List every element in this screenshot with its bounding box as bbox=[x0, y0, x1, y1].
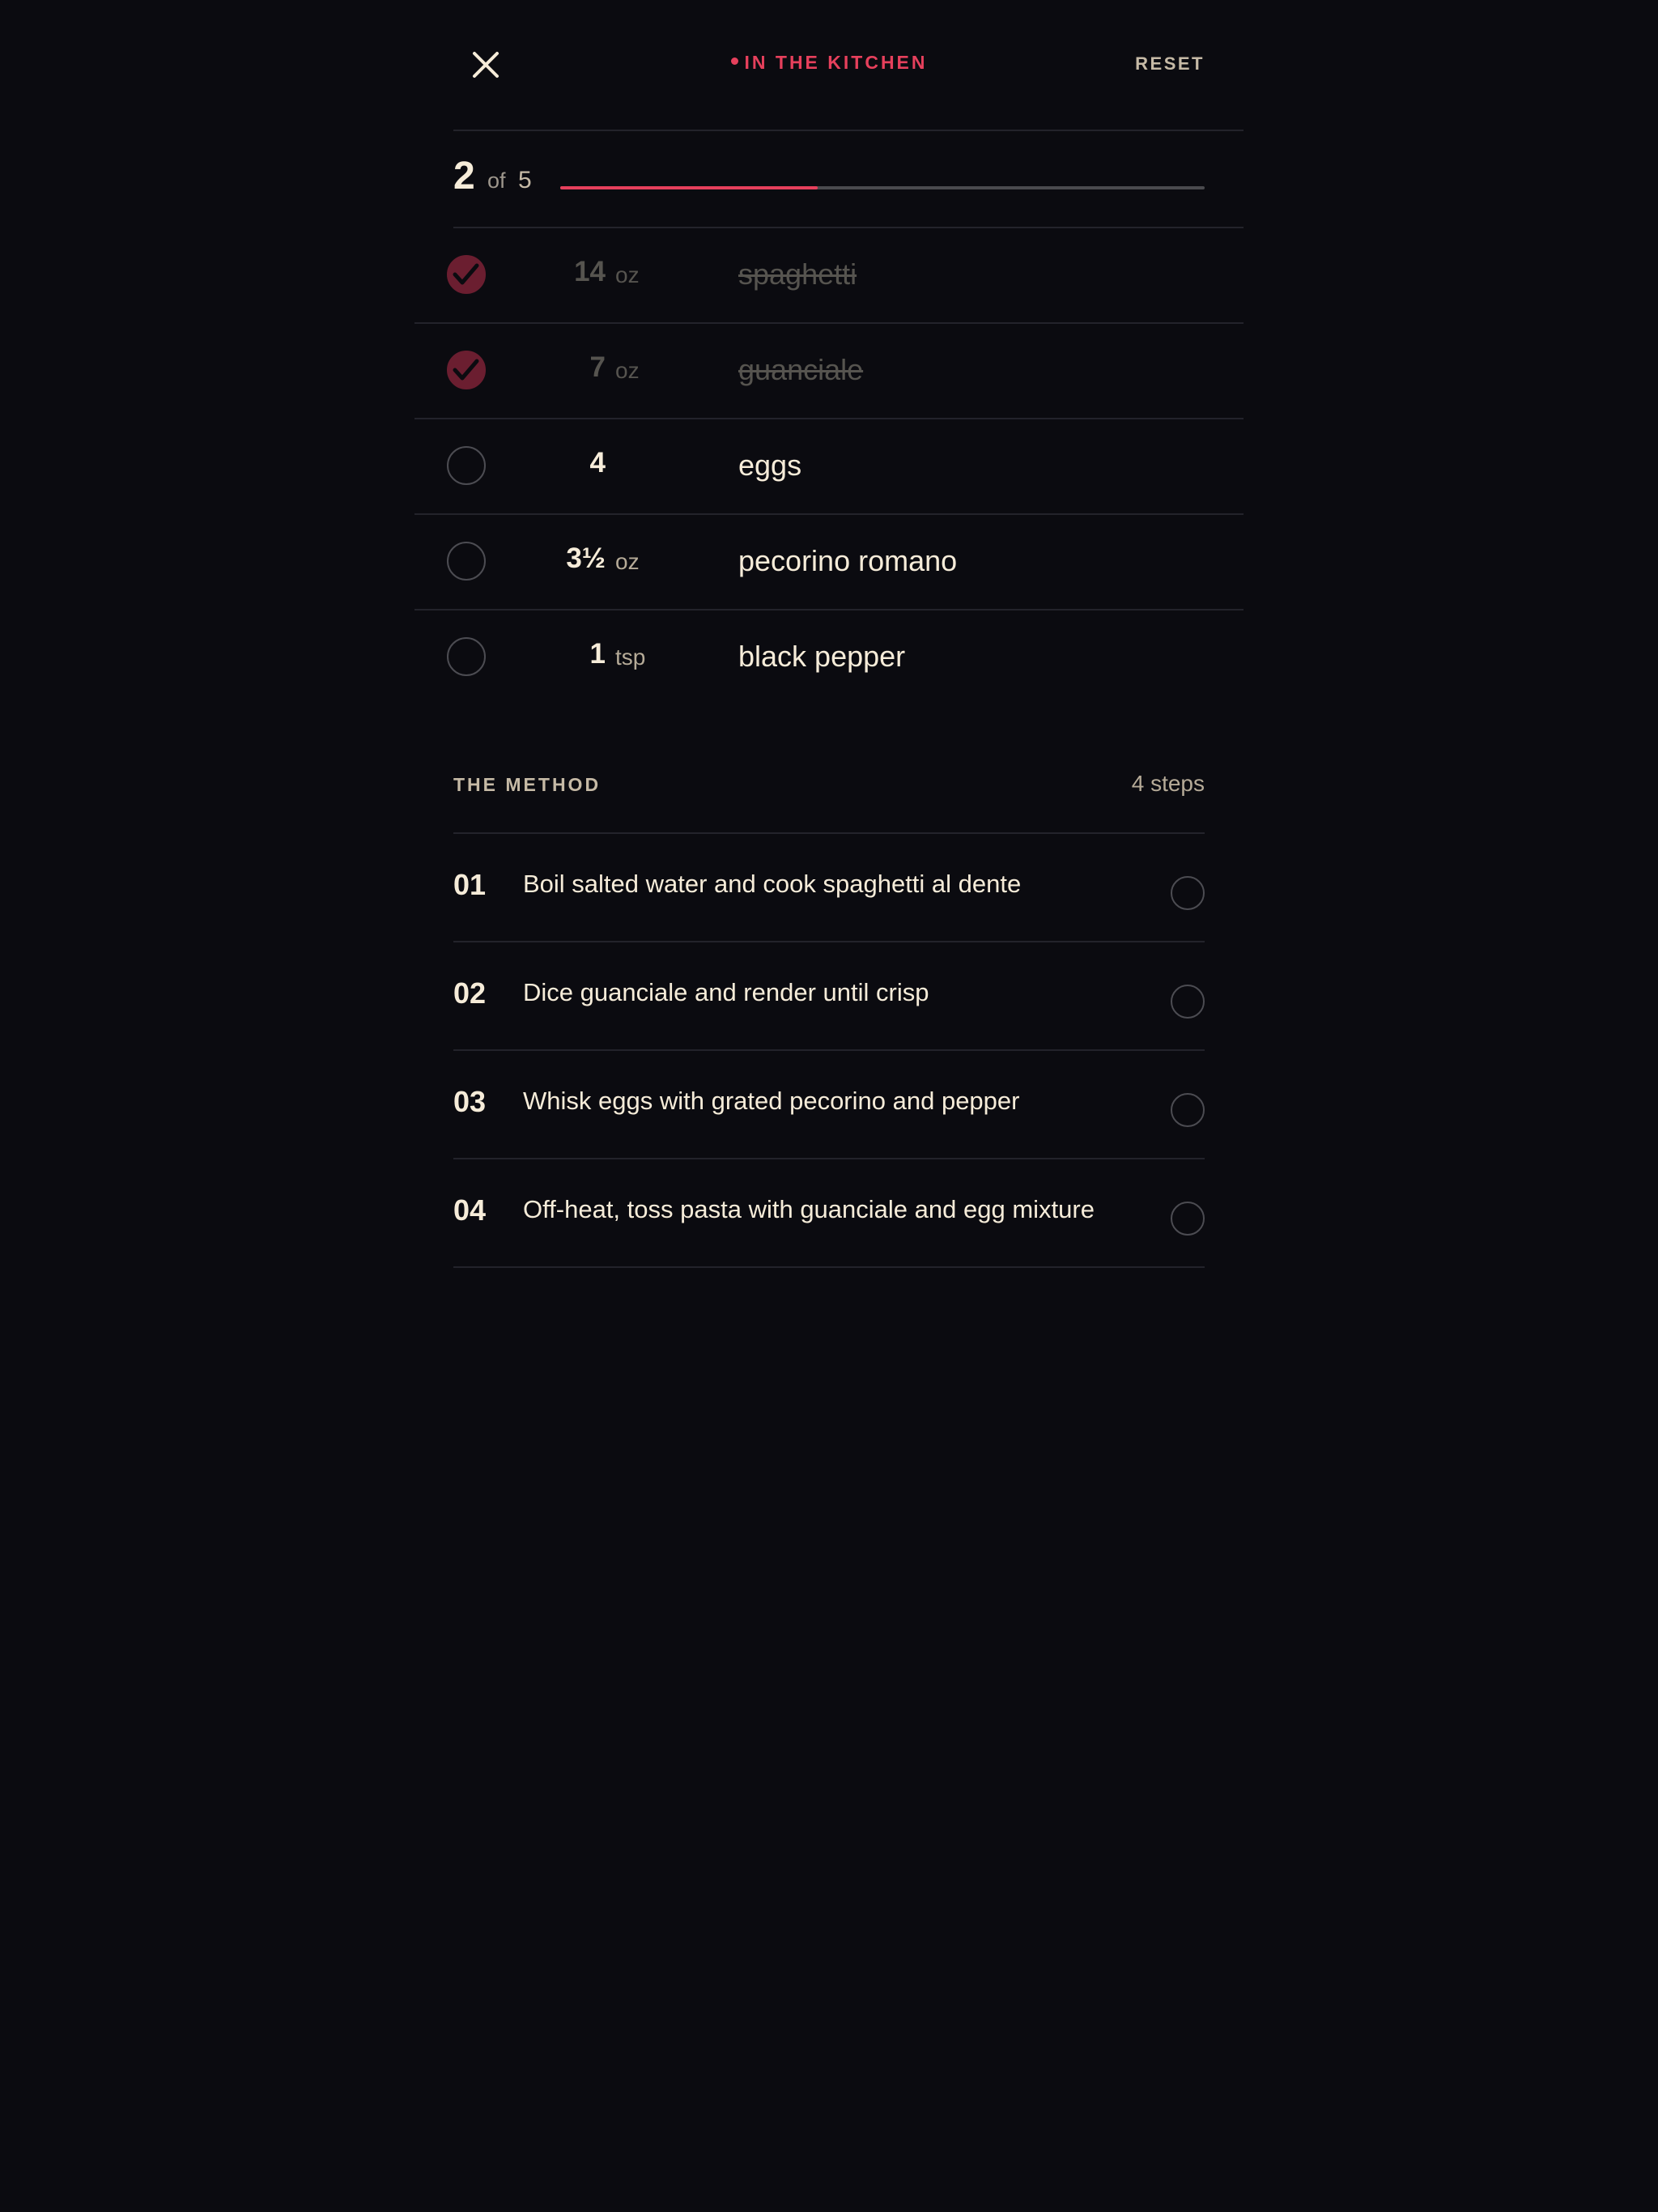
step-row: 04 Off-heat, toss pasta with guanciale a… bbox=[453, 1159, 1205, 1268]
ingredient-checkbox[interactable] bbox=[447, 351, 486, 389]
progress-bar-fill bbox=[560, 186, 818, 189]
step-row: 01 Boil salted water and cook spaghetti … bbox=[453, 834, 1205, 942]
status-label: IN THE KITCHEN bbox=[744, 52, 928, 73]
ingredient-checkbox[interactable] bbox=[447, 637, 486, 676]
step-text: Boil salted water and cook spaghetti al … bbox=[523, 870, 1022, 898]
ingredient-name: guanciale bbox=[738, 353, 864, 386]
step-checkbox[interactable] bbox=[1171, 985, 1205, 1019]
progress-total: 5 bbox=[518, 167, 532, 194]
step-checkbox[interactable] bbox=[1171, 876, 1205, 910]
status-indicator: IN THE KITCHEN bbox=[453, 52, 1205, 74]
live-dot-icon bbox=[730, 57, 738, 66]
method-title: THE METHOD bbox=[453, 774, 602, 795]
ingredient-row[interactable]: 7 oz guanciale bbox=[414, 324, 1244, 419]
ingredient-unit: oz bbox=[615, 549, 640, 574]
method-header: THE METHOD 4 steps bbox=[453, 761, 1205, 832]
progress-indicator: 2 of 5 bbox=[453, 131, 1205, 227]
header: IN THE KITCHEN RESET bbox=[453, 0, 1205, 130]
step-number: 02 bbox=[453, 976, 487, 1010]
step-checkbox[interactable] bbox=[1171, 1093, 1205, 1127]
ingredient-row[interactable]: 4 eggs bbox=[414, 419, 1244, 515]
ingredient-row[interactable]: 14 oz spaghetti bbox=[414, 228, 1244, 324]
ingredient-name: pecorino romano bbox=[738, 544, 958, 577]
step-checkbox[interactable] bbox=[1171, 1202, 1205, 1236]
step-text: Off-heat, toss pasta with guanciale and … bbox=[523, 1195, 1095, 1223]
ingredient-name: spaghetti bbox=[738, 257, 857, 291]
ingredient-list: 14 oz spaghetti 7 oz guanciale 4 eggs 3½… bbox=[414, 228, 1244, 704]
step-row: 03 Whisk eggs with grated pecorino and p… bbox=[453, 1051, 1205, 1159]
ingredient-unit: oz bbox=[615, 358, 640, 383]
step-number: 03 bbox=[453, 1085, 487, 1118]
step-row: 02 Dice guanciale and render until crisp bbox=[453, 942, 1205, 1051]
ingredient-name: eggs bbox=[738, 449, 802, 482]
checkmark-icon bbox=[453, 263, 479, 285]
ingredient-row[interactable]: 1 tsp black pepper bbox=[414, 610, 1244, 704]
ingredient-name: black pepper bbox=[738, 640, 906, 673]
ingredient-quantity: 4 bbox=[589, 447, 606, 479]
checkmark-icon bbox=[453, 359, 479, 381]
reset-button[interactable]: RESET bbox=[1135, 53, 1205, 74]
step-text: Whisk eggs with grated pecorino and pepp… bbox=[523, 1087, 1020, 1115]
ingredient-quantity: 3½ bbox=[566, 542, 606, 574]
progress-bar bbox=[560, 186, 1205, 189]
ingredient-checkbox[interactable] bbox=[447, 446, 486, 485]
method-step-count: 4 steps bbox=[1131, 771, 1205, 796]
ingredient-unit: tsp bbox=[615, 644, 646, 670]
step-list: 01 Boil salted water and cook spaghetti … bbox=[453, 832, 1205, 1268]
progress-current: 2 bbox=[453, 155, 475, 198]
step-text: Dice guanciale and render until crisp bbox=[523, 978, 929, 1006]
progress-of-label: of bbox=[487, 168, 506, 193]
step-number: 04 bbox=[453, 1193, 487, 1227]
ingredient-quantity: 14 bbox=[574, 256, 606, 287]
ingredient-checkbox[interactable] bbox=[447, 255, 486, 294]
ingredient-checkbox[interactable] bbox=[447, 542, 486, 581]
ingredient-quantity: 7 bbox=[589, 351, 606, 383]
ingredient-unit: oz bbox=[615, 262, 640, 287]
step-number: 01 bbox=[453, 868, 487, 901]
method-section: THE METHOD 4 steps 01 Boil salted water … bbox=[453, 761, 1205, 1268]
ingredient-quantity: 1 bbox=[589, 638, 606, 670]
ingredient-row[interactable]: 3½ oz pecorino romano bbox=[414, 515, 1244, 610]
